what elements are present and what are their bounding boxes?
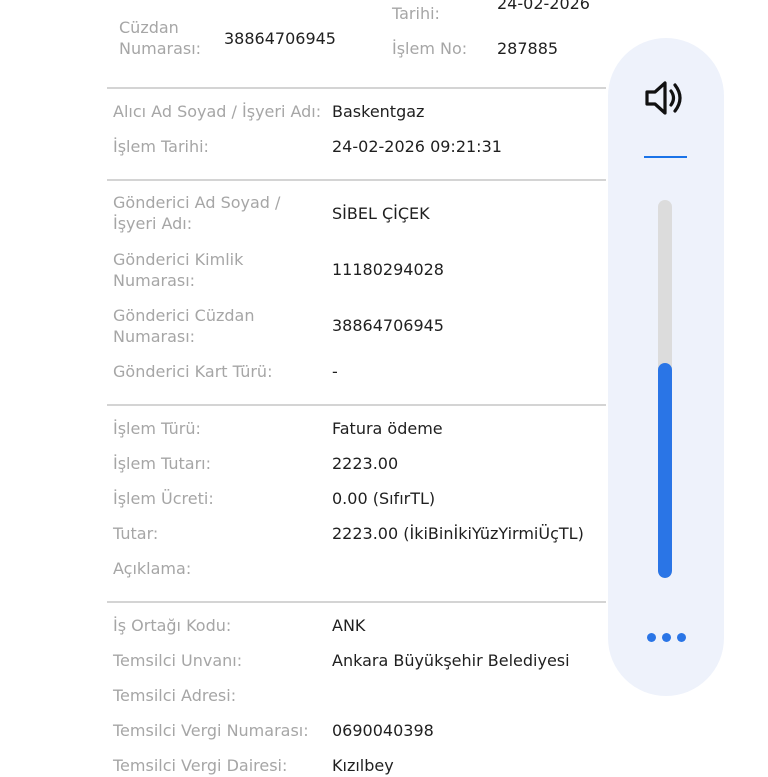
gonderici-kart-label: Gönderici Kart Türü: xyxy=(113,362,273,381)
is-ortagi-kodu-label: İş Ortağı Kodu: xyxy=(113,616,232,635)
section-divider xyxy=(107,87,606,89)
islem-turu-label: İşlem Türü: xyxy=(113,419,201,438)
volume-level-fill xyxy=(658,362,672,578)
active-tab-indicator xyxy=(644,156,687,158)
gonderici-kimlik-label: Gönderici Kimlik Numarası: xyxy=(113,250,244,290)
section-divider xyxy=(107,179,606,181)
islem-tarihi-value: 24-02-2026 09:21:31 xyxy=(332,137,502,156)
tarih-label: Tarihi: xyxy=(392,4,440,23)
gonderici-kimlik-value: 11180294028 xyxy=(332,260,444,279)
more-horiz-icon[interactable] xyxy=(643,624,689,650)
temsilci-vergi-no-value: 0690040398 xyxy=(332,721,434,740)
tutar-label: Tutar: xyxy=(113,524,159,543)
gonderici-cuzdan-label: Gönderici Cüzdan Numarası: xyxy=(113,306,255,346)
tarih-value: 24-02-2026 xyxy=(497,0,590,13)
gonderici-kart-value: - xyxy=(332,362,338,381)
cuzdan-label: Cüzdan Numarası: xyxy=(119,18,202,58)
islem-no-label: İşlem No: xyxy=(392,39,468,58)
temsilci-unvani-value: Ankara Büyükşehir Belediyesi xyxy=(332,651,570,670)
temsilci-vergi-dairesi-label: Temsilci Vergi Dairesi: xyxy=(113,756,288,775)
islem-tutari-value: 2223.00 xyxy=(332,454,399,473)
volume-slider[interactable] xyxy=(658,200,672,578)
alici-ad-label: Alıcı Ad Soyad / İşyeri Adı: xyxy=(113,102,322,121)
cut-off-header-text xyxy=(118,0,308,2)
section-divider xyxy=(107,601,606,603)
alici-ad-value: Baskentgaz xyxy=(332,102,425,121)
islem-turu-value: Fatura ödeme xyxy=(332,419,443,438)
gonderici-ad-label: Gönderici Ad Soyad / İşyeri Adı: xyxy=(113,193,281,233)
temsilci-adresi-label: Temsilci Adresi: xyxy=(113,686,237,705)
islem-ucreti-value: 0.00 (SıfırTL) xyxy=(332,489,436,508)
cuzdan-value: 38864706945 xyxy=(224,29,336,48)
dot xyxy=(646,632,656,642)
aciklama-label: Açıklama: xyxy=(113,559,192,578)
islem-no-value: 287885 xyxy=(497,39,559,58)
is-ortagi-kodu-value: ANK xyxy=(332,616,366,635)
gonderici-ad-value: SİBEL ÇİÇEK xyxy=(332,204,430,223)
volume-panel xyxy=(608,38,724,696)
islem-ucreti-label: İşlem Ücreti: xyxy=(113,489,214,508)
section-divider xyxy=(107,404,606,406)
tutar-value: 2223.00 (İkiBinİkiYüzYirmiÜçTL) xyxy=(332,524,584,543)
temsilci-vergi-no-label: Temsilci Vergi Numarası: xyxy=(113,721,309,740)
dot xyxy=(676,632,686,642)
dot xyxy=(661,632,671,642)
temsilci-unvani-label: Temsilci Unvanı: xyxy=(113,651,243,670)
gonderici-cuzdan-value: 38864706945 xyxy=(332,316,444,335)
islem-tutari-label: İşlem Tutarı: xyxy=(113,454,211,473)
temsilci-vergi-dairesi-value: Kızılbey xyxy=(332,756,394,775)
speaker-volume-icon[interactable] xyxy=(644,78,688,118)
islem-tarihi-label: İşlem Tarihi: xyxy=(113,137,209,156)
